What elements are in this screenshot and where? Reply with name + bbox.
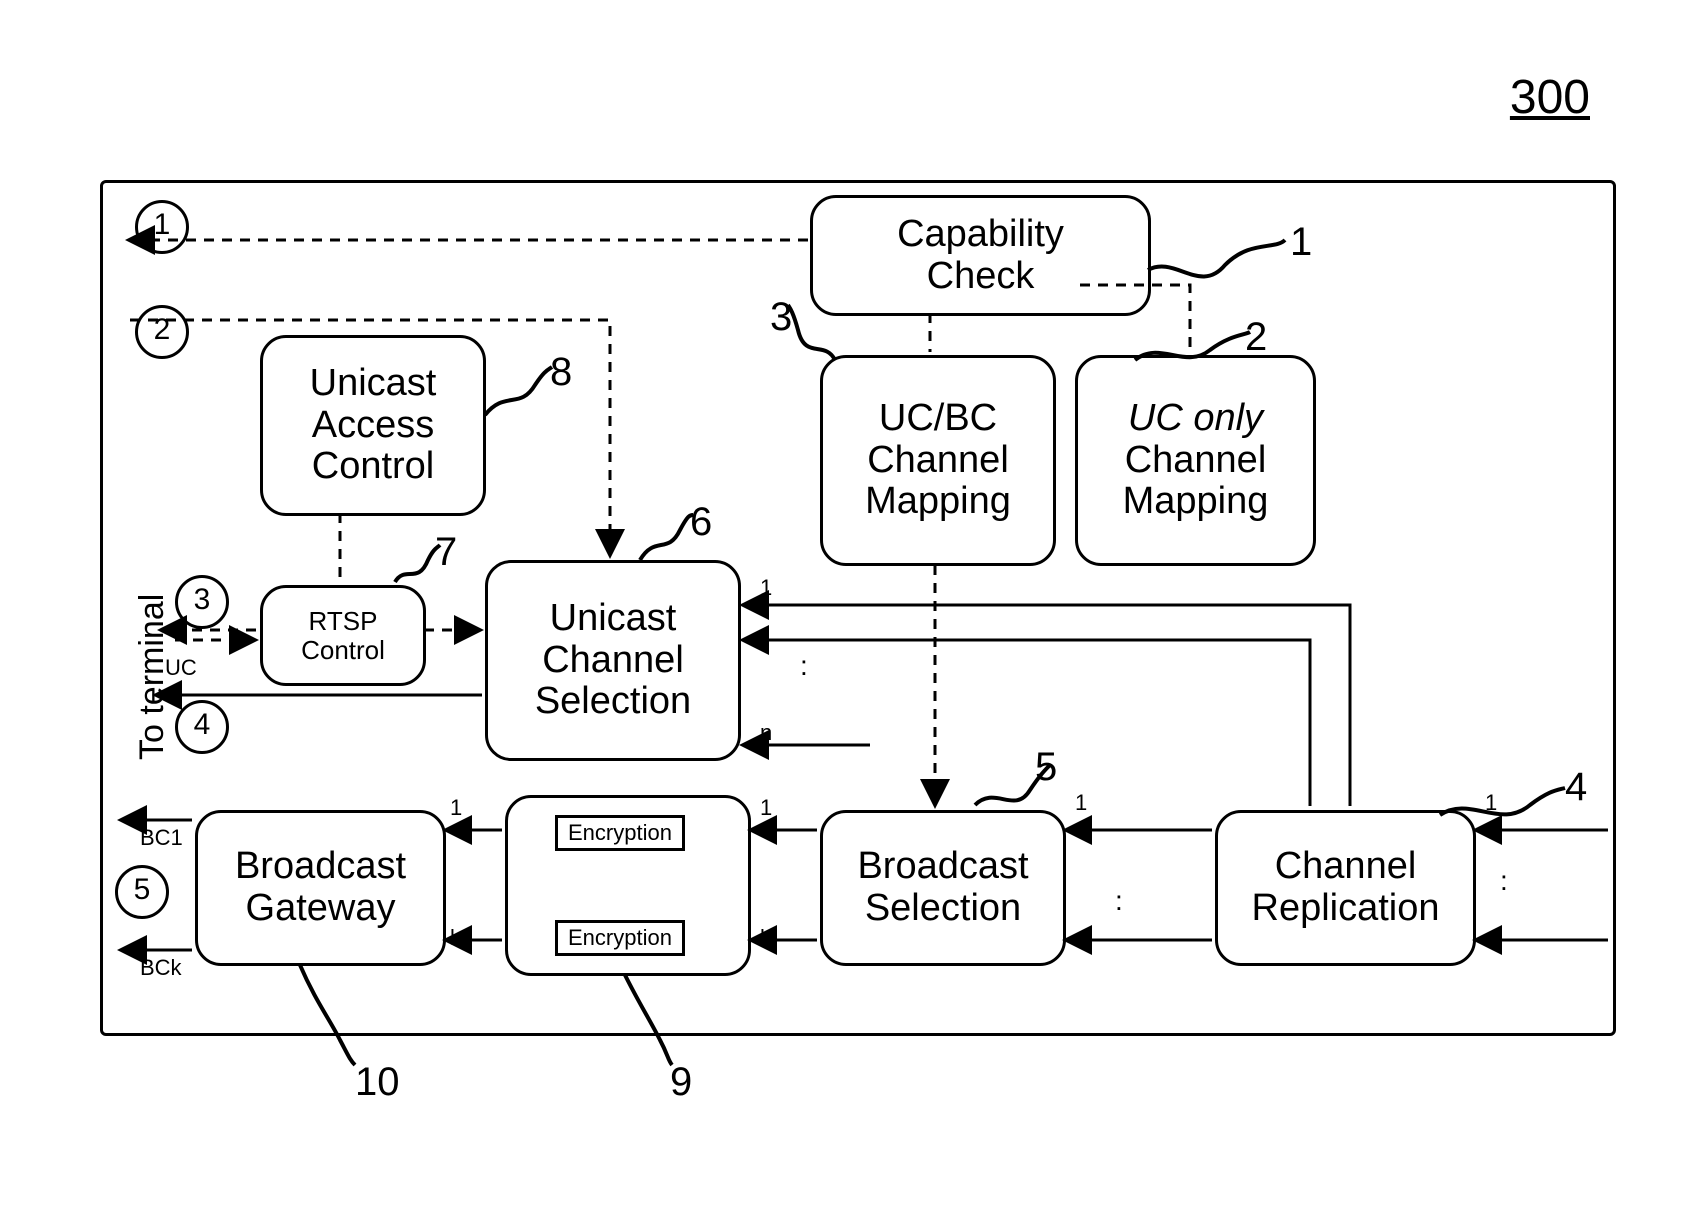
idx-bs-n: n xyxy=(1075,925,1087,951)
box-label: UC/BC Channel Mapping xyxy=(865,398,1011,523)
idx-ucs-n: n xyxy=(760,720,772,746)
box-rtsp-control: RTSP Control xyxy=(260,585,426,686)
ref-8: 8 xyxy=(550,350,572,395)
idx-enc-1: 1 xyxy=(760,795,772,821)
box-label: RTSP Control xyxy=(301,607,385,664)
box-unicast-channel-selection: Unicast Channel Selection xyxy=(485,560,741,761)
box-label-rest: Channel Mapping xyxy=(1123,439,1269,523)
box-label: UC only Channel Mapping xyxy=(1123,398,1269,523)
ref-2: 2 xyxy=(1245,315,1267,360)
ref-6: 6 xyxy=(690,500,712,545)
ref-9: 9 xyxy=(670,1060,692,1105)
encryption-k: Encryption xyxy=(555,920,685,956)
box-broadcast-selection: Broadcast Selection xyxy=(820,810,1066,966)
encryption-1: Encryption xyxy=(555,815,685,851)
label-bck: BCk xyxy=(140,955,182,981)
step-5: 5 xyxy=(115,865,169,919)
ref-1: 1 xyxy=(1290,220,1312,265)
ref-3: 3 xyxy=(770,295,792,340)
step-3: 3 xyxy=(175,575,229,629)
italic-text: UC only xyxy=(1128,397,1263,439)
label-bc1: BC1 xyxy=(140,825,183,851)
idx-bs-1: 1 xyxy=(1075,790,1087,816)
idx-cr-in-colon: : xyxy=(1500,865,1508,897)
box-label: Unicast Channel Selection xyxy=(535,598,691,723)
box-unicast-access-control: Unicast Access Control xyxy=(260,335,486,516)
step-4: 4 xyxy=(175,700,229,754)
idx-enc-k: k xyxy=(760,925,771,951)
box-uconly-mapping: UC only Channel Mapping xyxy=(1075,355,1316,566)
step-1: 1 xyxy=(135,200,189,254)
box-broadcast-gateway: Broadcast Gateway xyxy=(195,810,446,966)
step-2: 2 xyxy=(135,305,189,359)
idx-bgw-1: 1 xyxy=(450,795,462,821)
ref-10: 10 xyxy=(355,1060,400,1105)
idx-ucs-1: 1 xyxy=(760,575,772,601)
ref-5: 5 xyxy=(1035,745,1057,790)
idx-bs-colon: : xyxy=(1115,885,1123,917)
figure-number: 300 xyxy=(1510,70,1590,125)
box-channel-replication: Channel Replication xyxy=(1215,810,1476,966)
ref-7: 7 xyxy=(435,530,457,575)
ref-4: 4 xyxy=(1565,765,1587,810)
box-ucbc-mapping: UC/BC Channel Mapping xyxy=(820,355,1056,566)
box-label: Capability Check xyxy=(897,214,1064,298)
idx-ucs-colon: : xyxy=(800,650,808,682)
idx-cr-in-n: n xyxy=(1485,925,1497,951)
box-capability-check: Capability Check xyxy=(810,195,1151,316)
box-label: Channel Replication xyxy=(1252,846,1440,930)
label-uc: UC xyxy=(165,655,197,681)
box-label: Broadcast Gateway xyxy=(235,846,406,930)
box-label: Broadcast Selection xyxy=(857,846,1028,930)
idx-bgw-k: k xyxy=(450,925,461,951)
idx-cr-in-1: 1 xyxy=(1485,790,1497,816)
box-label: Unicast Access Control xyxy=(310,363,437,488)
